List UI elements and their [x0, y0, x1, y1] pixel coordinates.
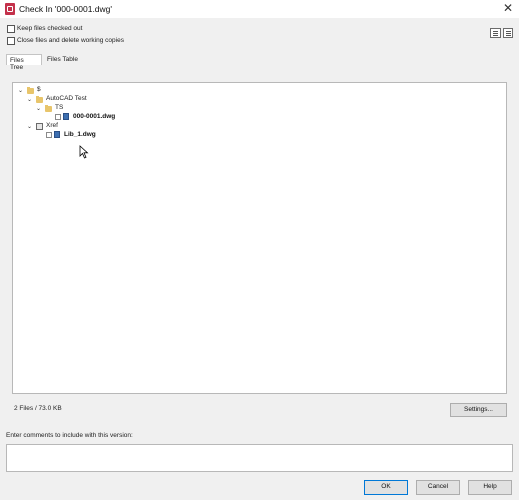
tree-ts-label[interactable]: TS	[55, 104, 63, 111]
folder-icon	[36, 96, 43, 103]
files-tree-panel: ⌄ $ ⌄ AutoCAD Test ⌄ TS 000-0001.dwg ⌄ X…	[12, 82, 507, 394]
tree-file-lib-label[interactable]: Lib_1.dwg	[64, 131, 96, 138]
tree-root-label[interactable]: $	[37, 86, 41, 93]
keep-files-label: Keep files checked out	[17, 25, 83, 32]
folder-icon	[27, 87, 34, 94]
close-delete-label: Close files and delete working copies	[17, 37, 124, 44]
comments-label: Enter comments to include with this vers…	[6, 432, 133, 439]
ok-button[interactable]: OK	[364, 480, 408, 495]
settings-button[interactable]: Settings...	[450, 403, 507, 417]
tree-project-label[interactable]: AutoCAD Test	[46, 95, 87, 102]
tab-files-table[interactable]: Files Table	[44, 54, 82, 65]
report-icon[interactable]	[490, 28, 501, 38]
keep-files-checkbox[interactable]	[7, 25, 15, 33]
close-icon[interactable]: ✕	[503, 1, 513, 15]
file-main-checkbox[interactable]	[55, 114, 61, 120]
window-title: Check In '000-0001.dwg'	[19, 4, 113, 14]
folder-icon	[45, 105, 52, 112]
file-lib-checkbox[interactable]	[46, 132, 52, 138]
expand-project-icon[interactable]: ⌄	[27, 96, 32, 103]
mouse-cursor-icon	[79, 145, 89, 159]
dwg-file-icon	[63, 113, 69, 120]
comments-textarea[interactable]	[6, 444, 513, 472]
xref-icon	[36, 123, 43, 130]
close-delete-checkbox[interactable]	[7, 37, 15, 45]
tree-file-main-label[interactable]: 000-0001.dwg	[73, 113, 115, 120]
tab-files-tree[interactable]: Files Tree	[6, 54, 42, 71]
help-button[interactable]: Help	[468, 480, 512, 495]
app-icon	[5, 3, 15, 15]
cancel-button[interactable]: Cancel	[416, 480, 460, 495]
dwg-file-icon	[54, 131, 60, 138]
expand-root-icon[interactable]: ⌄	[18, 87, 23, 94]
files-summary: 2 Files / 73.0 KB	[14, 405, 62, 412]
expand-ts-icon[interactable]: ⌄	[36, 105, 41, 112]
tree-xref-label[interactable]: Xref	[46, 122, 58, 129]
comment-icon[interactable]	[503, 28, 513, 38]
title-bar: Check In '000-0001.dwg' ✕	[0, 0, 519, 18]
expand-xref-icon[interactable]: ⌄	[27, 123, 32, 130]
